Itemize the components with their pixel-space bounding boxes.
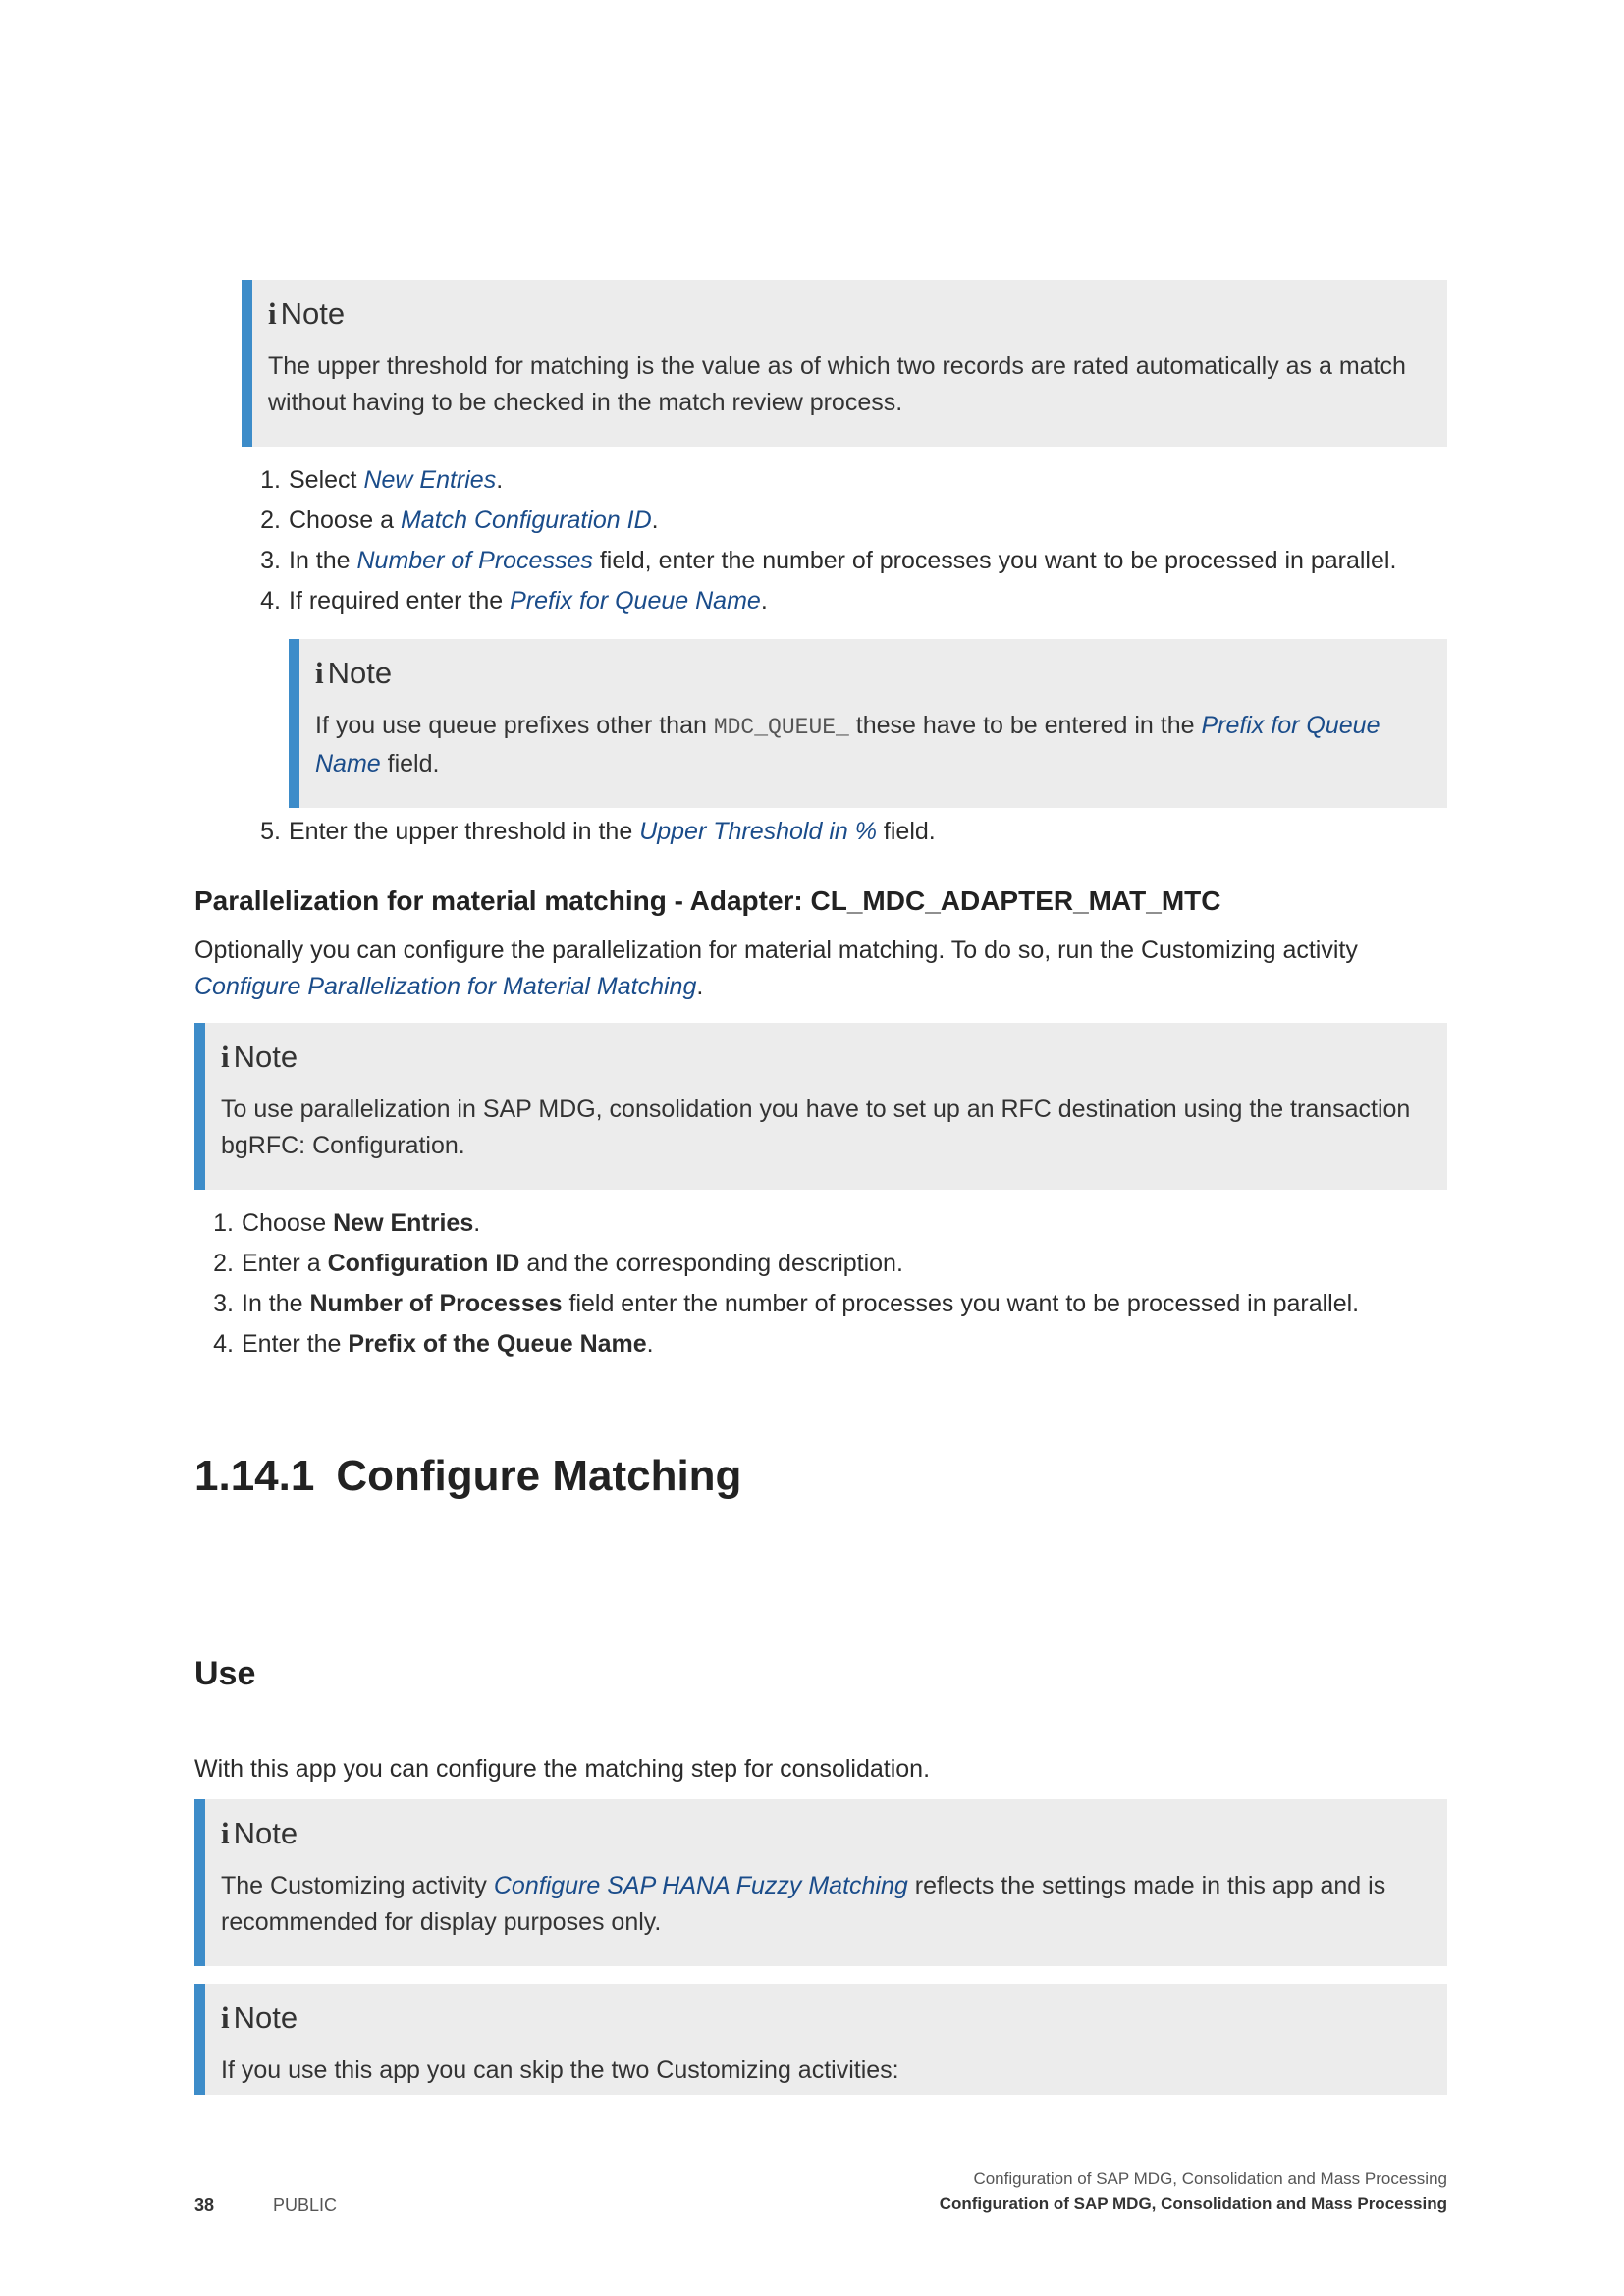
chapter-number: 1.14.1 (194, 1452, 315, 1500)
note-text: If you use queue prefixes other than MDC… (315, 708, 1420, 782)
note-text-part: these have to be entered in the (848, 712, 1202, 739)
step-list: 5. Enter the upper threshold in the Uppe… (242, 812, 1447, 852)
step-number: 4. (260, 587, 281, 614)
ui-reference: New Entries (363, 466, 497, 494)
step-number: 1. (260, 466, 281, 494)
note-box: i Note If you use this app you can skip t… (194, 1984, 1447, 2095)
step-text: If required enter the (289, 587, 511, 614)
document-title: Configuration of SAP MDG, Consolidation … (973, 2169, 1447, 2188)
list-item: 3. In the Number of Processes field, ent… (242, 541, 1447, 581)
ui-reference: Number of Processes (356, 547, 593, 574)
ui-reference: Match Configuration ID (400, 507, 652, 534)
note-label: Note (233, 1040, 298, 1074)
list-item: 1. Select New Entries. (242, 460, 1447, 501)
ui-term: New Entries (333, 1209, 474, 1237)
step-text: . (496, 466, 504, 494)
note-header: i Note (221, 1813, 1420, 1854)
note-text: If you use this app you can skip the two… (221, 2056, 899, 2084)
use-paragraph: With this app you can configure the matc… (194, 1755, 931, 1783)
info-icon: i (221, 2001, 230, 2035)
step-text: . (646, 1330, 654, 1358)
step-list: 1. Select New Entries. 2. Choose a Match… (242, 460, 1447, 621)
note-box: i Note If you use queue prefixes other th… (289, 639, 1447, 808)
step-text: Select (289, 466, 364, 494)
step-text: In the (242, 1290, 310, 1317)
paragraph-text: Optionally you can configure the paralle… (194, 936, 1358, 964)
paragraph-text: . (696, 973, 704, 1000)
note-text: To use parallelization in SAP MDG, conso… (221, 1095, 1411, 1159)
note-text-part: field. (380, 750, 440, 777)
step-text: and the corresponding description. (519, 1250, 903, 1277)
step-text: In the (289, 547, 357, 574)
list-item: 2. Enter a Configuration ID and the corr… (194, 1244, 1447, 1284)
ui-reference: Prefix for Queue Name (510, 587, 761, 614)
page-footer: 38 PUBLIC Configuration of SAP MDG, Cons… (194, 2160, 1447, 2218)
step-text: Enter a (242, 1250, 328, 1277)
note-label: Note (327, 656, 393, 690)
section-heading: Parallelization for material matching - … (194, 885, 1221, 916)
info-icon: i (221, 1040, 230, 1074)
list-item: 5. Enter the upper threshold in the Uppe… (242, 812, 1447, 852)
chapter-title: Configure Matching (336, 1452, 742, 1500)
note-box: i Note The upper threshold for matching i… (242, 280, 1447, 447)
info-icon: i (315, 656, 324, 690)
list-item: 4. Enter the Prefix of the Queue Name. (194, 1324, 1447, 1364)
paragraph: Optionally you can configure the paralle… (194, 933, 1447, 1005)
info-icon: i (268, 296, 277, 331)
step-text: . (651, 507, 659, 534)
ui-term: Prefix of the Queue Name (348, 1330, 647, 1358)
note-label: Note (280, 296, 346, 331)
ui-reference: Configure SAP HANA Fuzzy Matching (493, 1872, 908, 1899)
note-label: Note (233, 1816, 298, 1850)
page-content: i Note The upper threshold for matching i… (194, 280, 1447, 2095)
list-item: 1. Choose New Entries. (194, 1203, 1447, 1244)
step-text: Enter the upper threshold in the (289, 818, 640, 845)
note-header: i Note (315, 653, 1420, 694)
ui-term: Number of Processes (309, 1290, 563, 1317)
ui-term: Configuration ID (327, 1250, 520, 1277)
ui-reference: Upper Threshold in % (639, 818, 877, 845)
info-icon: i (221, 1816, 230, 1850)
step-number: 2. (213, 1250, 234, 1277)
note-label: Note (233, 2001, 298, 2035)
step-number: 3. (260, 547, 281, 574)
step-text: Choose (242, 1209, 334, 1237)
step-number: 4. (213, 1330, 234, 1358)
step-list: 1. Choose New Entries. 2. Enter a Config… (194, 1203, 1447, 1364)
ui-reference: Configure Parallelization for Material M… (194, 973, 697, 1000)
note-header: i Note (221, 1998, 1420, 2039)
chapter-title-footer: Configuration of SAP MDG, Consolidation … (939, 2194, 1447, 2213)
step-text: Choose a (289, 507, 401, 534)
step-number: 1. (213, 1209, 234, 1237)
step-number: 3. (213, 1290, 234, 1317)
note-text: The Customizing activity Configure SAP H… (221, 1868, 1420, 1941)
chapter-heading: 1.14.1 Configure Matching (194, 1449, 1447, 1504)
step-number: 5. (260, 818, 281, 845)
step-number: 2. (260, 507, 281, 534)
list-item: 4. If required enter the Prefix for Queu… (242, 581, 1447, 621)
note-header: i Note (268, 294, 1420, 335)
use-heading: Use (194, 1655, 256, 1692)
note-text: The upper threshold for matching is the … (268, 352, 1406, 416)
classification-label: PUBLIC (273, 2195, 338, 2215)
step-text: . (760, 587, 768, 614)
list-item: 2. Choose a Match Configuration ID. (242, 501, 1447, 541)
note-header: i Note (221, 1037, 1420, 1078)
step-text: Enter the (242, 1330, 349, 1358)
list-item: 3. In the Number of Processes field ente… (194, 1284, 1447, 1324)
step-text: field. (876, 818, 936, 845)
note-box: i Note To use parallelization in SAP MDG,… (194, 1023, 1447, 1190)
page-number: 38 (194, 2195, 215, 2215)
note-text-part: If you use queue prefixes other than (315, 712, 714, 739)
note-box: i Note The Customizing activity Configure… (194, 1799, 1447, 1966)
code-value: MDC_QUEUE_ (713, 715, 849, 740)
step-text: field enter the number of processes you … (562, 1290, 1360, 1317)
step-text: field, enter the number of processes you… (592, 547, 1397, 574)
step-text: . (473, 1209, 481, 1237)
note-text-part: The Customizing activity (221, 1872, 494, 1899)
